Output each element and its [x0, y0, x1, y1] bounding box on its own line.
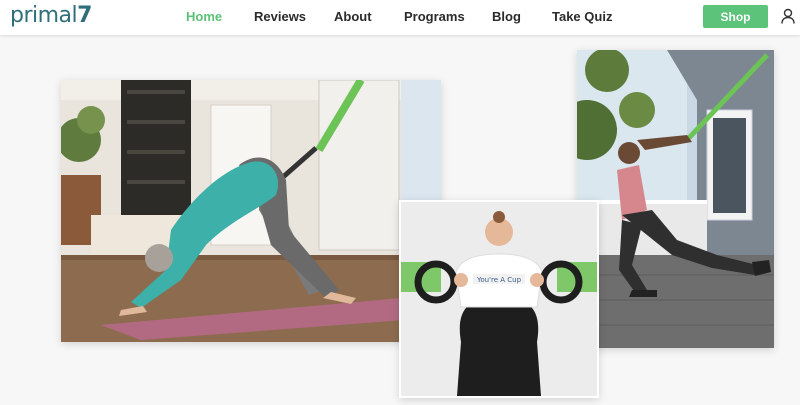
shirt-text: You're A Cup [476, 276, 522, 284]
nav-take-quiz[interactable]: Take Quiz [552, 9, 612, 24]
site-header: primal7 Home Reviews About Programs Blog… [0, 0, 800, 35]
nav-reviews[interactable]: Reviews [254, 9, 306, 24]
downward-dog-illustration [61, 80, 441, 342]
main-nav: Home Reviews About Programs Blog Take Qu… [0, 0, 800, 35]
photo-woman-resistance-handles: You're A Cup [399, 200, 599, 398]
photo-woman-downward-dog [61, 80, 441, 342]
lunge-illustration [577, 50, 774, 348]
shop-button[interactable]: Shop [703, 5, 768, 28]
nav-blog[interactable]: Blog [492, 9, 521, 24]
nav-about[interactable]: About [334, 9, 372, 24]
nav-programs[interactable]: Programs [404, 9, 465, 24]
user-icon[interactable] [781, 8, 795, 24]
photo-man-lunge-deck [577, 50, 774, 348]
resistance-handles-illustration: You're A Cup [401, 202, 597, 396]
nav-home[interactable]: Home [186, 9, 222, 24]
